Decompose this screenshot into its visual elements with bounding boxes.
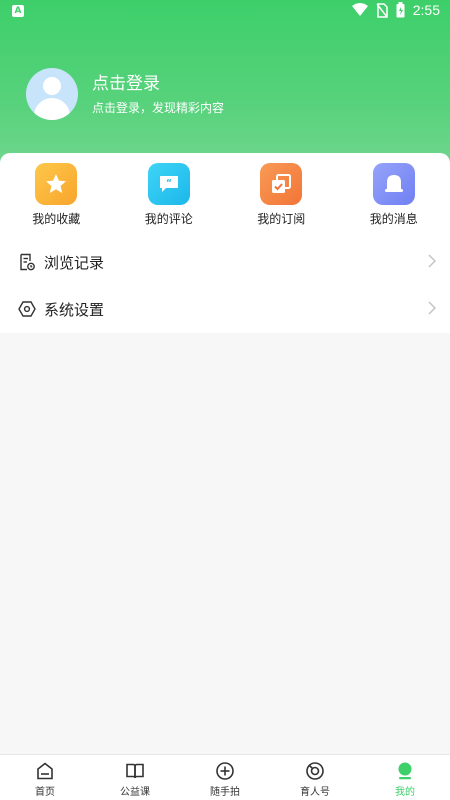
quick-label: 我的订阅 bbox=[257, 212, 306, 226]
book-icon bbox=[125, 761, 145, 781]
tab-educator[interactable]: 育人号 bbox=[270, 755, 360, 800]
chevron-right-icon bbox=[428, 254, 436, 268]
login-subtitle: 点击登录，发现精彩内容 bbox=[92, 101, 225, 115]
quick-item-messages[interactable]: 我的消息 bbox=[338, 163, 450, 227]
menu-label: 浏览记录 bbox=[44, 253, 105, 272]
status-time: 2:55 bbox=[412, 2, 440, 18]
status-bar: A 2:55 bbox=[0, 0, 450, 24]
chevron-right-icon bbox=[428, 301, 436, 315]
battery-icon bbox=[396, 2, 405, 18]
wifi-icon bbox=[351, 3, 368, 16]
menu-label: 系统设置 bbox=[44, 300, 105, 319]
home-icon bbox=[35, 761, 55, 781]
quick-item-comments[interactable]: “ 我的评论 bbox=[113, 163, 226, 227]
subscribe-icon bbox=[260, 163, 303, 205]
tab-snapshot[interactable]: 随手拍 bbox=[180, 755, 270, 800]
bell-icon bbox=[372, 163, 415, 205]
quick-label: 我的消息 bbox=[369, 212, 418, 226]
target-icon bbox=[305, 761, 325, 781]
profile-icon bbox=[395, 761, 415, 781]
quick-item-subscriptions[interactable]: 我的订阅 bbox=[225, 163, 338, 227]
comment-icon: “ bbox=[147, 163, 190, 205]
profile-header: A 2:55 点击登录 点击登录，发现精彩内容 bbox=[0, 0, 450, 175]
menu-item-settings[interactable]: 系统设置 bbox=[0, 286, 450, 332]
settings-icon bbox=[18, 300, 36, 318]
quick-actions: 我的收藏 “ 我的评论 我的订阅 我的消息 bbox=[0, 163, 450, 227]
no-sim-icon bbox=[376, 2, 388, 18]
tab-home[interactable]: 首页 bbox=[0, 755, 90, 800]
tab-label: 我的 bbox=[395, 787, 415, 798]
bottom-tab-bar: 首页 公益课 随手拍 育人号 我的 bbox=[0, 754, 450, 800]
svg-text:“: “ bbox=[166, 179, 172, 189]
content-card: 我的收藏 “ 我的评论 我的订阅 我的消息 浏览记录 系统设置 bbox=[0, 153, 450, 333]
tab-courses[interactable]: 公益课 bbox=[90, 755, 180, 800]
login-title[interactable]: 点击登录 bbox=[92, 72, 224, 96]
menu-item-history[interactable]: 浏览记录 bbox=[0, 239, 450, 285]
star-icon bbox=[35, 163, 78, 205]
quick-label: 我的收藏 bbox=[32, 212, 81, 226]
tab-profile[interactable]: 我的 bbox=[360, 755, 450, 800]
tab-label: 随手拍 bbox=[210, 787, 240, 798]
login-area[interactable]: 点击登录 点击登录，发现精彩内容 bbox=[26, 68, 224, 120]
tab-label: 公益课 bbox=[120, 787, 150, 798]
quick-label: 我的评论 bbox=[144, 212, 193, 226]
history-icon bbox=[18, 253, 36, 271]
avatar[interactable] bbox=[26, 68, 78, 120]
tab-label: 育人号 bbox=[300, 787, 330, 798]
notification-icon: A bbox=[12, 5, 24, 17]
quick-item-favorites[interactable]: 我的收藏 bbox=[0, 163, 113, 227]
tab-label: 首页 bbox=[35, 787, 55, 798]
plus-circle-icon bbox=[215, 761, 235, 781]
